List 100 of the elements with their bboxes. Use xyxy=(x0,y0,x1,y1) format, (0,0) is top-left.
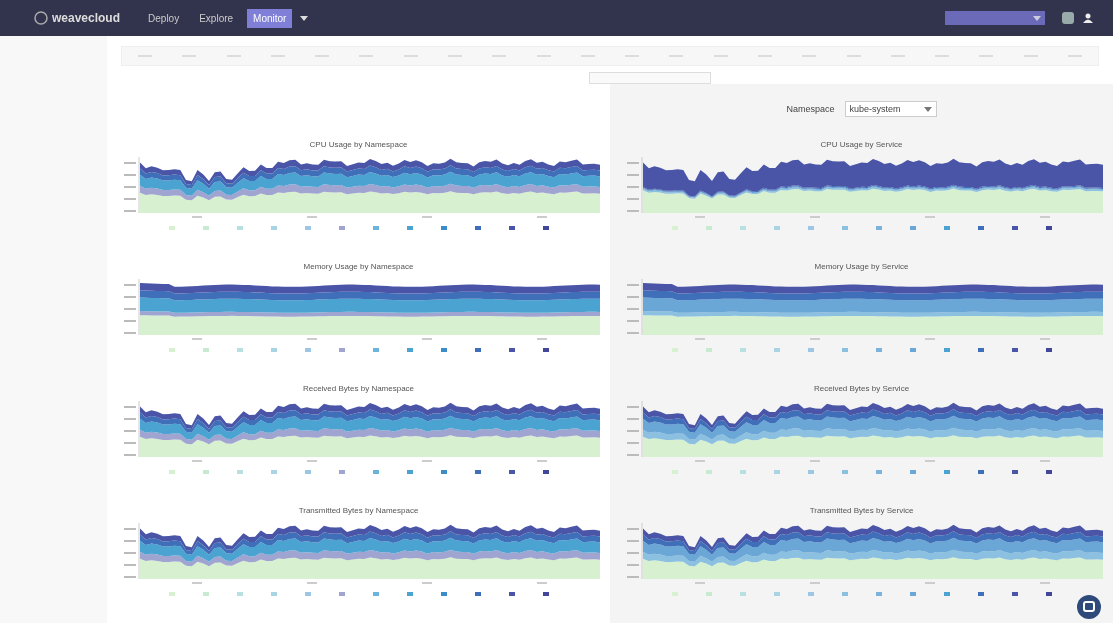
legend-swatch[interactable] xyxy=(270,470,277,474)
time-picker[interactable] xyxy=(589,72,711,84)
legend-swatch[interactable] xyxy=(1011,348,1018,352)
legend-swatch[interactable] xyxy=(508,592,515,596)
legend-swatch[interactable] xyxy=(705,348,712,352)
legend-swatch[interactable] xyxy=(739,470,746,474)
legend-swatch[interactable] xyxy=(440,592,447,596)
legend-swatch[interactable] xyxy=(406,470,413,474)
legend-swatch[interactable] xyxy=(1045,592,1052,596)
nav-tab[interactable]: Deploy xyxy=(142,8,186,28)
legend-swatch[interactable] xyxy=(440,470,447,474)
legend-swatch[interactable] xyxy=(372,592,379,596)
legend-swatch[interactable] xyxy=(338,226,345,230)
legend-swatch[interactable] xyxy=(372,226,379,230)
legend-swatch[interactable] xyxy=(909,470,916,474)
legend-swatch[interactable] xyxy=(909,592,916,596)
legend-swatch[interactable] xyxy=(671,348,678,352)
legend-swatch[interactable] xyxy=(875,592,882,596)
legend-swatch[interactable] xyxy=(841,348,848,352)
legend-swatch[interactable] xyxy=(1011,226,1018,230)
legend-swatch[interactable] xyxy=(807,348,814,352)
nav-tab[interactable]: Monitor xyxy=(247,8,293,28)
legend-swatch[interactable] xyxy=(705,592,712,596)
legend-swatch[interactable] xyxy=(168,592,175,596)
legend-swatch[interactable] xyxy=(338,592,345,596)
legend-swatch[interactable] xyxy=(168,348,175,352)
legend-swatch[interactable] xyxy=(671,226,678,230)
legend-swatch[interactable] xyxy=(705,470,712,474)
legend-swatch[interactable] xyxy=(875,226,882,230)
legend-swatch[interactable] xyxy=(943,592,950,596)
legend-swatch[interactable] xyxy=(875,470,882,474)
legend-swatch[interactable] xyxy=(440,348,447,352)
legend-swatch[interactable] xyxy=(1045,348,1052,352)
legend-swatch[interactable] xyxy=(474,592,481,596)
legend-swatch[interactable] xyxy=(406,226,413,230)
legend-swatch[interactable] xyxy=(440,226,447,230)
legend-swatch[interactable] xyxy=(202,226,209,230)
chat-icon[interactable] xyxy=(1077,595,1101,619)
legend-swatch[interactable] xyxy=(977,226,984,230)
dropdown-caret-icon[interactable] xyxy=(300,14,309,22)
legend-swatch[interactable] xyxy=(202,592,209,596)
legend-swatch[interactable] xyxy=(773,348,780,352)
legend-swatch[interactable] xyxy=(977,592,984,596)
legend-swatch[interactable] xyxy=(406,348,413,352)
legend-swatch[interactable] xyxy=(508,348,515,352)
legend-swatch[interactable] xyxy=(236,470,243,474)
legend-swatch[interactable] xyxy=(304,348,311,352)
legend-swatch[interactable] xyxy=(977,348,984,352)
legend-swatch[interactable] xyxy=(304,592,311,596)
legend-swatch[interactable] xyxy=(739,592,746,596)
legend-swatch[interactable] xyxy=(773,470,780,474)
legend-swatch[interactable] xyxy=(841,592,848,596)
legend-swatch[interactable] xyxy=(909,348,916,352)
legend-swatch[interactable] xyxy=(739,226,746,230)
timeline-strip[interactable] xyxy=(121,46,1099,66)
legend-swatch[interactable] xyxy=(807,226,814,230)
legend-swatch[interactable] xyxy=(202,470,209,474)
legend-swatch[interactable] xyxy=(807,592,814,596)
legend-swatch[interactable] xyxy=(943,348,950,352)
legend-swatch[interactable] xyxy=(943,470,950,474)
legend-swatch[interactable] xyxy=(542,226,549,230)
legend-swatch[interactable] xyxy=(739,348,746,352)
legend-swatch[interactable] xyxy=(943,226,950,230)
legend-swatch[interactable] xyxy=(807,470,814,474)
legend-swatch[interactable] xyxy=(977,470,984,474)
legend-swatch[interactable] xyxy=(508,226,515,230)
legend-swatch[interactable] xyxy=(338,348,345,352)
legend-swatch[interactable] xyxy=(1011,592,1018,596)
legend-swatch[interactable] xyxy=(474,226,481,230)
legend-swatch[interactable] xyxy=(270,226,277,230)
legend-swatch[interactable] xyxy=(270,592,277,596)
logo[interactable]: weavecloud xyxy=(34,11,121,25)
legend-swatch[interactable] xyxy=(875,348,882,352)
legend-swatch[interactable] xyxy=(1011,470,1018,474)
legend-swatch[interactable] xyxy=(542,470,549,474)
legend-swatch[interactable] xyxy=(168,470,175,474)
legend-swatch[interactable] xyxy=(304,470,311,474)
legend-swatch[interactable] xyxy=(1045,226,1052,230)
legend-swatch[interactable] xyxy=(1045,470,1052,474)
legend-swatch[interactable] xyxy=(304,226,311,230)
legend-swatch[interactable] xyxy=(372,348,379,352)
legend-swatch[interactable] xyxy=(236,348,243,352)
legend-swatch[interactable] xyxy=(841,470,848,474)
legend-swatch[interactable] xyxy=(671,470,678,474)
legend-swatch[interactable] xyxy=(406,592,413,596)
legend-swatch[interactable] xyxy=(338,470,345,474)
legend-swatch[interactable] xyxy=(202,348,209,352)
legend-swatch[interactable] xyxy=(270,348,277,352)
nav-tab[interactable]: Explore xyxy=(193,8,240,28)
legend-swatch[interactable] xyxy=(508,470,515,474)
legend-swatch[interactable] xyxy=(236,592,243,596)
legend-swatch[interactable] xyxy=(372,470,379,474)
user-icon[interactable] xyxy=(1083,13,1093,23)
legend-swatch[interactable] xyxy=(542,592,549,596)
legend-swatch[interactable] xyxy=(671,592,678,596)
legend-swatch[interactable] xyxy=(474,470,481,474)
legend-swatch[interactable] xyxy=(168,226,175,230)
legend-swatch[interactable] xyxy=(909,226,916,230)
legend-swatch[interactable] xyxy=(542,348,549,352)
legend-swatch[interactable] xyxy=(773,226,780,230)
